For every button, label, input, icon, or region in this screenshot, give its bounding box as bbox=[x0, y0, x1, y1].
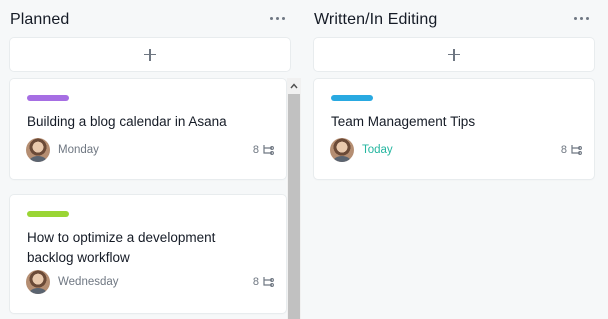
subtask-count[interactable]: 8 bbox=[561, 144, 582, 156]
card-title: Team Management Tips bbox=[331, 114, 476, 129]
card-title: How to optimize a development backlog wo… bbox=[27, 230, 216, 265]
task-card[interactable]: How to optimize a development backlog wo… bbox=[10, 195, 286, 313]
subtask-icon bbox=[571, 145, 582, 155]
tag-color-bar bbox=[27, 211, 69, 217]
scroll-up-button[interactable] bbox=[287, 78, 301, 94]
ellipsis-icon[interactable] bbox=[574, 13, 592, 23]
column-planned: Planned Building a blog calendar in Asan… bbox=[8, 0, 301, 319]
add-task-button[interactable] bbox=[10, 38, 290, 71]
card-footer: Today 8 bbox=[330, 138, 582, 162]
scrollbar[interactable] bbox=[287, 78, 301, 319]
avatar[interactable] bbox=[26, 138, 50, 162]
subtask-icon bbox=[263, 277, 274, 287]
tag-color-bar bbox=[331, 95, 373, 101]
tag-color-bar bbox=[27, 95, 69, 101]
card-footer: Monday 8 bbox=[26, 138, 274, 162]
scroll-thumb[interactable] bbox=[288, 94, 300, 319]
plus-icon bbox=[448, 48, 460, 61]
avatar[interactable] bbox=[330, 138, 354, 162]
subtask-count-label: 8 bbox=[252, 276, 259, 288]
board: Planned Building a blog calendar in Asan… bbox=[0, 0, 608, 319]
due-date[interactable]: Today bbox=[362, 142, 393, 158]
column-header: Written/In Editing bbox=[314, 9, 596, 31]
column-header: Planned bbox=[10, 9, 292, 31]
due-date[interactable]: Monday bbox=[58, 142, 99, 158]
column-title: Written/In Editing bbox=[314, 11, 438, 28]
subtask-count[interactable]: 8 bbox=[253, 276, 274, 288]
column-written-in-editing: Written/In Editing Team Management Tips … bbox=[312, 0, 596, 319]
chevron-up-icon bbox=[290, 83, 298, 89]
add-task-button[interactable] bbox=[314, 38, 594, 71]
card-title: Building a blog calendar in Asana bbox=[27, 114, 227, 129]
subtask-count-label: 8 bbox=[560, 144, 567, 156]
ellipsis-icon[interactable] bbox=[270, 13, 288, 23]
task-card[interactable]: Building a blog calendar in Asana Monday… bbox=[10, 79, 286, 179]
card-footer: Wednesday 8 bbox=[26, 270, 274, 294]
plus-icon bbox=[144, 48, 156, 61]
due-date[interactable]: Wednesday bbox=[58, 274, 119, 290]
subtask-count-label: 8 bbox=[252, 144, 259, 156]
subtask-count[interactable]: 8 bbox=[253, 144, 274, 156]
avatar[interactable] bbox=[26, 270, 50, 294]
task-card[interactable]: Team Management Tips Today 8 bbox=[314, 79, 594, 179]
column-title: Planned bbox=[10, 11, 70, 28]
subtask-icon bbox=[263, 145, 274, 155]
